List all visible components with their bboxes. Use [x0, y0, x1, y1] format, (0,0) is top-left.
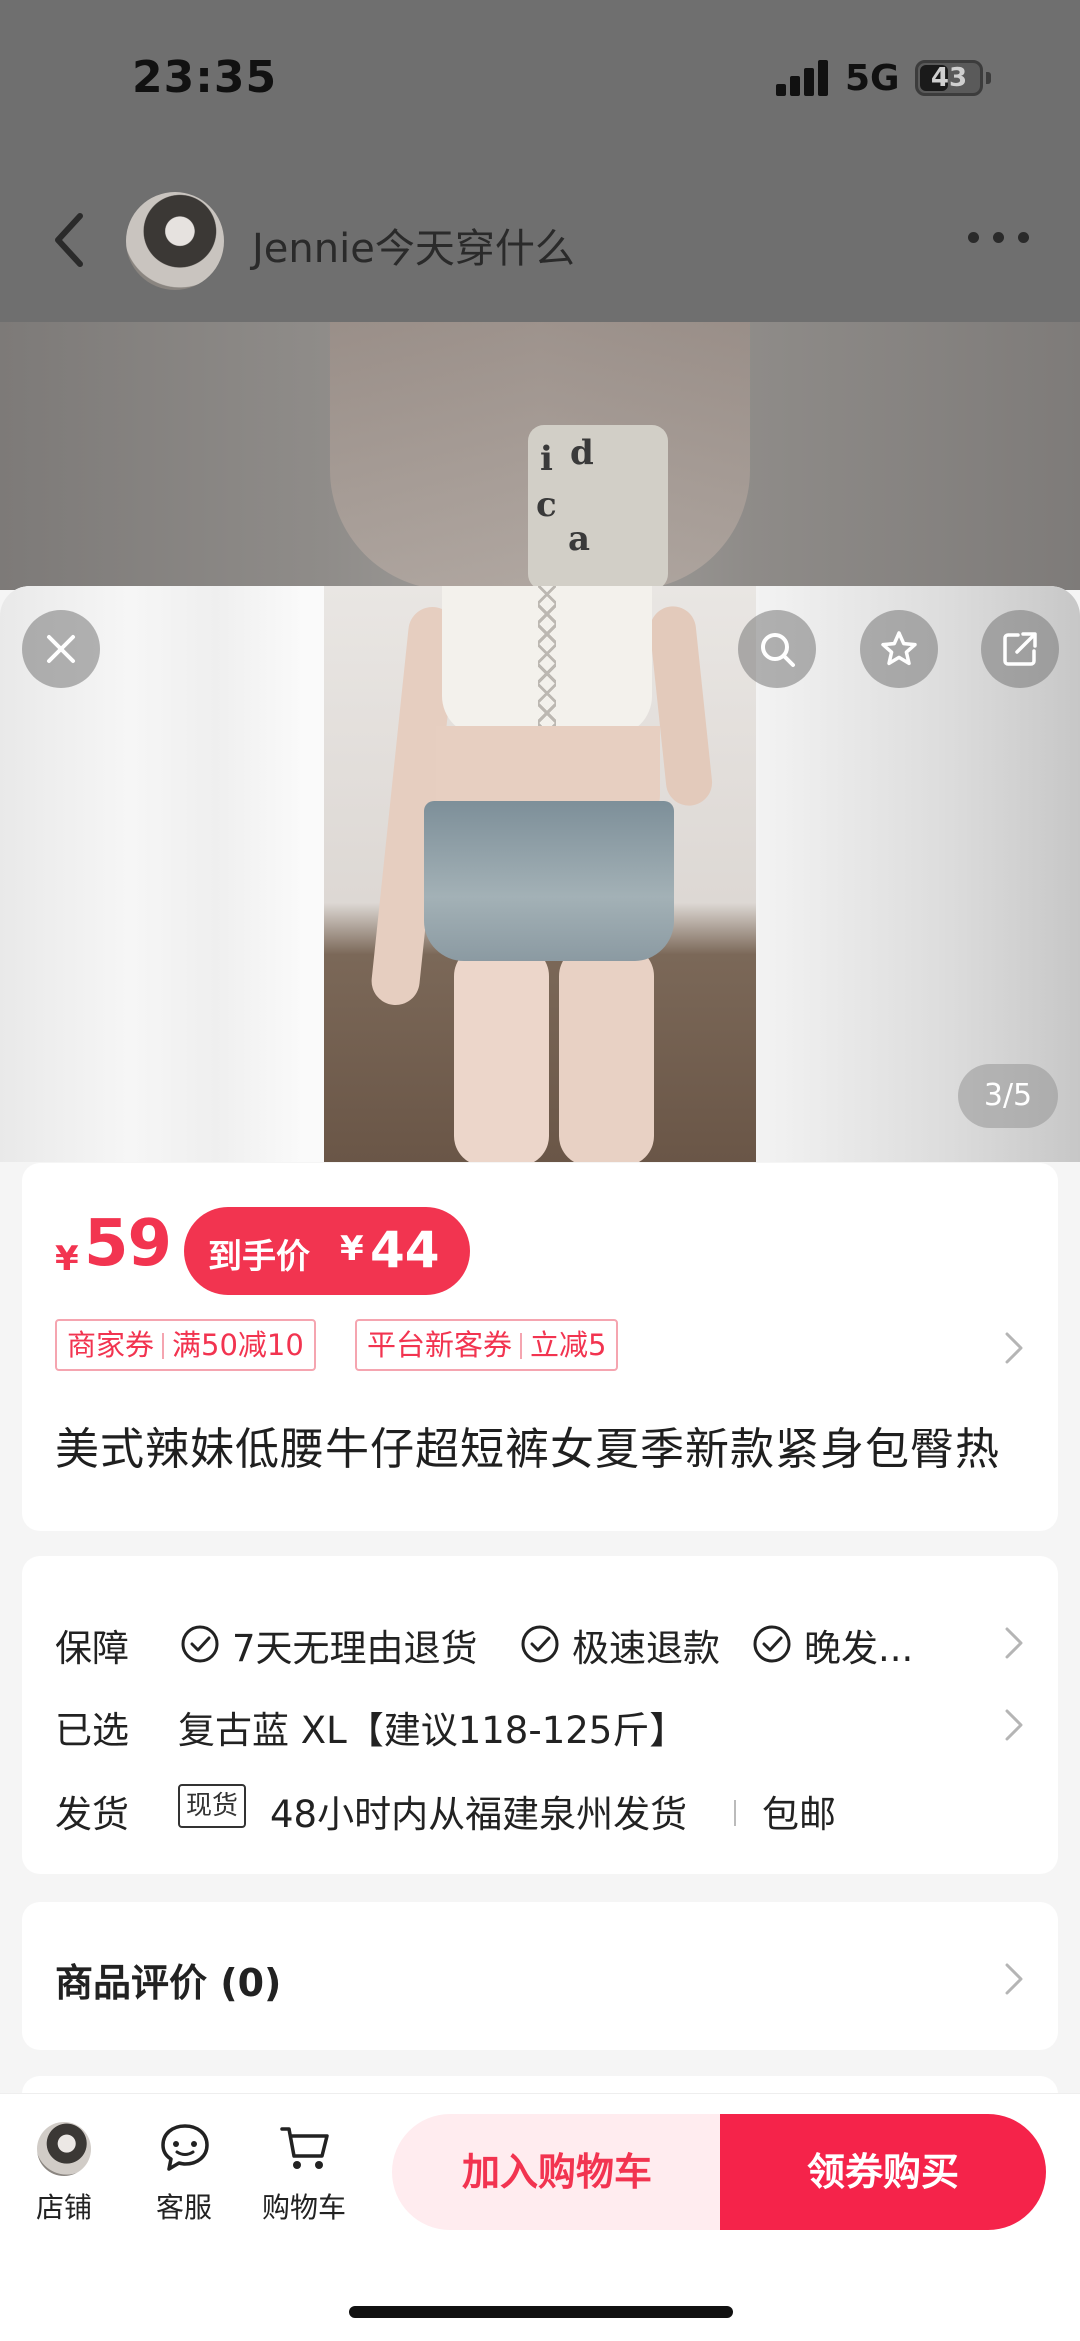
coupon-type: 商家券 [67, 1328, 155, 1362]
shipping-label: 发货 [55, 1793, 129, 1836]
guarantee-item: 7天无理由退货 [232, 1627, 478, 1670]
coupon-merchant[interactable]: 商家券 满50减10 [55, 1319, 316, 1371]
battery-icon: 43 [915, 60, 983, 96]
review-card[interactable]: 商品评价 (0) [22, 1902, 1058, 2050]
network-type: 5G [845, 58, 900, 99]
final-price-value: 44 [370, 1221, 440, 1279]
close-button[interactable] [22, 610, 100, 688]
image-lace [538, 586, 556, 726]
selected-row[interactable]: 已选 复古蓝 XL【建议118-125斤】 [22, 1688, 1058, 1758]
chat-icon [161, 2124, 209, 2171]
battery-level: 43 [930, 63, 968, 93]
selected-label: 已选 [55, 1709, 129, 1752]
cart-icon [280, 2127, 329, 2169]
chevron-right-icon [1005, 1709, 1023, 1741]
product-image[interactable] [324, 586, 756, 1162]
background-page: id ca 23:35 5G 43 Jennie今天穿什么 [0, 0, 1080, 590]
bottom-action-bar: 店铺 客服 购物车 加入购物车 领券购买 [0, 2093, 1080, 2341]
coupon-offer: 立减5 [530, 1328, 607, 1362]
check-circle-icon [521, 1625, 559, 1663]
service-card: 保障 7天无理由退货 极速退款 晚发... 已选 复古蓝 XL【建议118-12… [22, 1556, 1058, 1874]
background-photo-phone: id ca [528, 425, 668, 590]
free-shipping: 包邮 [762, 1793, 836, 1836]
shop-avatar[interactable] [126, 192, 224, 290]
customer-service-button[interactable]: 客服 [124, 2120, 244, 2230]
product-title: 美式辣妹低腰牛仔超短裤女夏季新款紧身包臀热 [55, 1424, 1000, 1475]
shop-avatar-icon [37, 2122, 91, 2176]
price-currency: ¥ [55, 1239, 79, 1279]
review-title: 商品评价 (0) [55, 1961, 282, 2005]
coupon-platform[interactable]: 平台新客券 立减5 [355, 1319, 619, 1371]
final-price-badge: 到手价 ¥ 44 [184, 1207, 470, 1295]
stock-tag: 现货 [178, 1784, 247, 1828]
battery-tip [986, 72, 991, 84]
coupon-type: 平台新客券 [367, 1328, 513, 1362]
check-circle-icon [753, 1625, 791, 1663]
share-icon [1003, 632, 1037, 666]
close-icon [47, 635, 75, 663]
shop-label: 店铺 [35, 2191, 92, 2224]
status-bar: 23:35 5G 43 [0, 0, 1080, 150]
status-time: 23:35 [132, 52, 278, 103]
guarantee-label: 保障 [55, 1627, 129, 1670]
coupon-offer: 满50减10 [172, 1328, 304, 1362]
cart-label: 购物车 [261, 2191, 346, 2224]
home-indicator [349, 2306, 733, 2318]
guarantee-row[interactable]: 保障 7天无理由退货 极速退款 晚发... [22, 1606, 1058, 1676]
chevron-right-icon [1005, 1963, 1023, 1995]
top-nav: Jennie今天穿什么 [0, 180, 1080, 300]
image-gallery[interactable]: 3/5 [0, 586, 1080, 1162]
price-card: ¥ 59 到手价 ¥ 44 商家券 满50减10 平台新客券 立减5 美式辣妹低腰牛… [22, 1163, 1058, 1531]
service-label: 客服 [155, 2191, 212, 2224]
search-button[interactable] [738, 610, 816, 688]
image-leg-left [454, 946, 549, 1162]
share-button[interactable] [981, 610, 1059, 688]
divider [734, 1800, 736, 1826]
selected-value: 复古蓝 XL【建议118-125斤】 [178, 1709, 687, 1752]
guarantee-item: 极速退款 [572, 1627, 720, 1670]
final-price-label: 到手价 [208, 1237, 310, 1277]
back-icon[interactable] [48, 210, 92, 270]
check-circle-icon [181, 1625, 219, 1663]
shipping-row: 发货 现货 48小时内从福建泉州发货 包邮 [22, 1772, 1058, 1842]
more-icon[interactable] [968, 232, 1030, 246]
guarantee-item: 晚发... [804, 1627, 914, 1670]
page-indicator: 3/5 [958, 1064, 1058, 1128]
favorite-button[interactable] [860, 610, 938, 688]
buy-with-coupon-button[interactable]: 领券购买 [720, 2114, 1046, 2230]
shipping-info: 48小时内从福建泉州发货 [270, 1793, 688, 1836]
chevron-right-icon [1005, 1627, 1023, 1659]
shop-button[interactable]: 店铺 [4, 2120, 124, 2230]
add-to-cart-button[interactable]: 加入购物车 [392, 2114, 722, 2230]
image-leg-right [559, 946, 654, 1162]
star-icon [881, 631, 917, 666]
shop-name[interactable]: Jennie今天穿什么 [252, 216, 575, 274]
product-sheet: 3/5 ¥ 59 到手价 ¥ 44 商家券 满50减10 平台新客券 立减5 美式辣… [0, 586, 1080, 2341]
chevron-right-icon[interactable] [1004, 1331, 1024, 1365]
cart-button[interactable]: 购物车 [244, 2120, 364, 2230]
signal-icon [776, 60, 830, 96]
image-shorts [424, 801, 674, 961]
final-price-currency: ¥ [340, 1229, 364, 1269]
search-icon [761, 633, 795, 667]
price-value: 59 [84, 1207, 172, 1281]
